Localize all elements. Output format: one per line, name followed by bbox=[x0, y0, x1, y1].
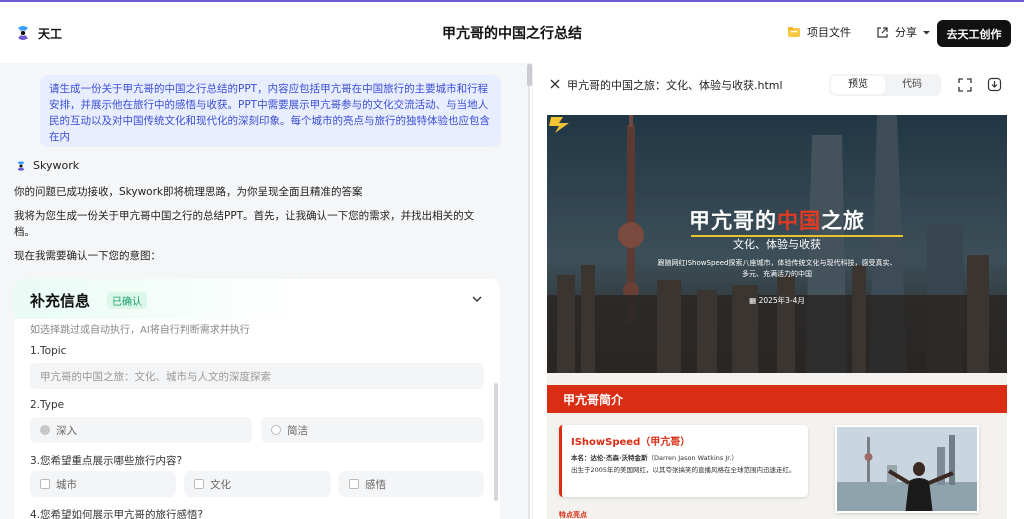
section-title: 甲亢哥简介 bbox=[563, 393, 624, 407]
real-name-label: 本名： bbox=[571, 454, 591, 462]
profile-card: IShowSpeed（甲亢哥） 本名：达伦·杰森·沃特金斯（Darren Jas… bbox=[559, 425, 808, 497]
title-part-1: 甲亢哥的 bbox=[689, 209, 777, 233]
card-scrollbar[interactable] bbox=[494, 383, 498, 501]
app-header: 天工 甲亢哥的中国之行总结 项目文件 分享 去天工创作 bbox=[0, 2, 1024, 63]
section-header-bar: 甲亢哥简介 bbox=[547, 385, 1007, 413]
tab-preview[interactable]: 预览 bbox=[831, 76, 885, 94]
preview-file-name: 甲亢哥的中国之旅：文化、体验与收获.html bbox=[567, 79, 783, 92]
supplement-info-card: 补充信息 已确认 如选择跳过或自动执行，AI将自行判断需求并执行 1.Topic… bbox=[14, 279, 500, 519]
type-option-deep[interactable]: 深入 bbox=[30, 417, 252, 443]
lightning-logo-icon bbox=[549, 117, 569, 133]
slide-subtitle: 文化、体验与收获 bbox=[733, 238, 821, 251]
content-option-label: 感悟 bbox=[365, 478, 386, 491]
slide-description: 跟随网红IShowSpeed探索八座城市，体验传统文化与现代科技，感受真实、多元… bbox=[657, 259, 897, 278]
agent-reply-3: 现在我需要确认一下您的意图： bbox=[14, 250, 161, 262]
real-name: 达伦·杰森·沃特金斯 bbox=[590, 454, 648, 462]
real-name-en: （Darren Jason Watkins Jr.） bbox=[647, 454, 738, 462]
page-title: 甲亢哥的中国之行总结 bbox=[442, 26, 582, 42]
radio-checked-icon bbox=[40, 425, 50, 435]
profile-photo bbox=[835, 425, 979, 513]
content-option-label: 城市 bbox=[56, 478, 77, 491]
title-part-2: 中国 bbox=[777, 209, 821, 233]
slide-date-text: 2025年3-4月 bbox=[758, 296, 805, 305]
topic-field[interactable]: 甲亢哥的中国之旅：文化、城市与人文的深度探索 bbox=[30, 363, 484, 389]
profile-photo-image bbox=[837, 427, 977, 511]
radio-icon bbox=[271, 425, 281, 435]
view-toggle: 预览 代码 bbox=[829, 74, 941, 96]
skywork-logo-icon bbox=[17, 160, 25, 171]
checkbox-icon bbox=[349, 479, 359, 489]
content-option-feelings[interactable]: 感悟 bbox=[339, 471, 484, 497]
project-files-label: 项目文件 bbox=[807, 26, 851, 39]
tab-code[interactable]: 代码 bbox=[885, 76, 939, 94]
title-part-3: 之旅 bbox=[821, 209, 865, 233]
download-icon[interactable] bbox=[987, 77, 1002, 92]
confirmed-badge: 已确认 bbox=[107, 292, 147, 309]
share-icon bbox=[877, 26, 888, 38]
close-icon[interactable] bbox=[550, 79, 560, 89]
type-option-label: 深入 bbox=[56, 424, 77, 437]
profile-name: IShowSpeed（甲亢哥） bbox=[571, 437, 691, 448]
agent-reply-2: 我将为您生成一份关于甲亢哥中国之行的总结PPT。首先，让我确认一下您的需求，并找… bbox=[14, 210, 475, 238]
checkbox-icon bbox=[40, 479, 50, 489]
preview-panel: 甲亢哥的中国之旅：文化、体验与收获.html 预览 代码 甲亢哥的中国之旅 文化… bbox=[532, 63, 1024, 519]
question-topic: 1.Topic bbox=[30, 345, 67, 357]
caret-down-icon bbox=[923, 30, 930, 34]
panel-divider[interactable] bbox=[528, 63, 530, 519]
slide-preview: 甲亢哥的中国之旅 文化、体验与收获 跟随网红IShowSpeed探索八座城市，体… bbox=[547, 115, 1007, 519]
folder-icon bbox=[788, 27, 800, 37]
content-option-label: 文化 bbox=[210, 478, 231, 491]
type-option-label: 简洁 bbox=[287, 424, 308, 437]
chat-panel: 请生成一份关于甲亢哥的中国之行总结的PPT，内容应包括甲亢哥在中国旅行的主要城市… bbox=[0, 63, 530, 519]
content-option-city[interactable]: 城市 bbox=[30, 471, 176, 497]
user-prompt-bubble: 请生成一份关于甲亢哥的中国之行总结的PPT，内容应包括甲亢哥在中国旅行的主要城市… bbox=[40, 75, 501, 147]
share-button[interactable]: 分享 bbox=[876, 24, 930, 40]
share-label: 分享 bbox=[895, 26, 917, 39]
project-files-button[interactable]: 项目文件 bbox=[787, 24, 851, 40]
type-option-brief[interactable]: 简洁 bbox=[261, 417, 484, 443]
chevron-down-icon[interactable] bbox=[471, 293, 483, 305]
agent-name: Skywork bbox=[33, 159, 80, 172]
create-button[interactable]: 去天工创作 bbox=[937, 20, 1011, 47]
expand-icon[interactable] bbox=[958, 78, 972, 92]
slide-title: 甲亢哥的中国之旅 bbox=[547, 205, 1007, 235]
content-option-culture[interactable]: 文化 bbox=[184, 471, 331, 497]
features-label: 特点亮点 bbox=[559, 511, 587, 519]
agent-header: Skywork bbox=[15, 159, 79, 172]
hero-banner: 甲亢哥的中国之旅 文化、体验与收获 跟随网红IShowSpeed探索八座城市，体… bbox=[547, 115, 1007, 373]
card-hint: 如选择跳过或自动执行，AI将自行判断需求并执行 bbox=[30, 325, 250, 336]
card-title: 补充信息 bbox=[30, 292, 91, 310]
question-type: 2.Type bbox=[30, 399, 65, 411]
calendar-icon: ▦ bbox=[749, 296, 757, 305]
question-reflection: 4.您希望如何展示甲亢哥的旅行感悟? bbox=[30, 509, 204, 519]
question-content: 3.您希望重点展示哪些旅行内容? bbox=[30, 455, 183, 467]
profile-bio: 出生于2005年的美国网红，以其夸张搞笑的直播风格在全球范围内迅速走红。 bbox=[571, 466, 796, 474]
profile-real-name: 本名：达伦·杰森·沃特金斯（Darren Jason Watkins Jr.） bbox=[571, 452, 738, 462]
checkbox-icon bbox=[194, 479, 204, 489]
agent-reply-1: 你的问题已成功接收，Skywork即将梳理思路，为你呈现全面且精准的答案 bbox=[14, 186, 363, 198]
slide-date: ▦ 2025年3-4月 bbox=[547, 295, 1007, 306]
